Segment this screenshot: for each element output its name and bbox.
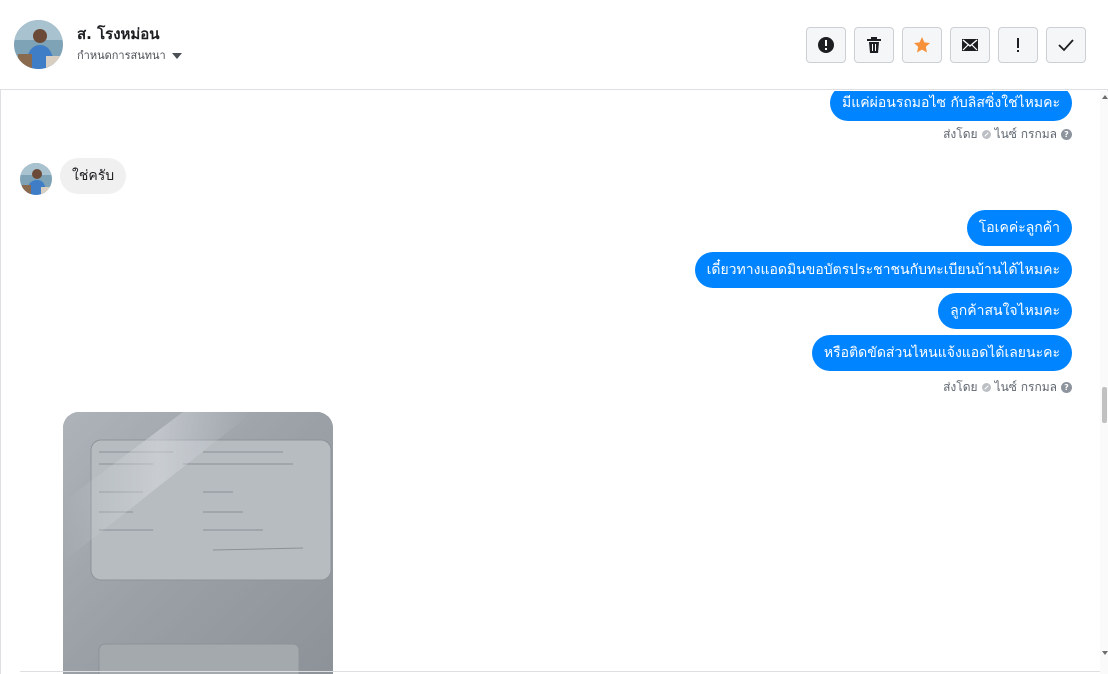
message-bubble-outgoing: หรือติดขัดส่วนไหนแจ้งแอดได้เลยนะคะ [811, 335, 1072, 371]
envelope-icon [962, 39, 978, 51]
follow-up-button[interactable] [998, 27, 1038, 63]
checkmark-icon [1058, 39, 1074, 52]
sent-by-label: ส่งโดย ไนซ์ กรกมล ? [943, 378, 1072, 397]
trash-icon [867, 37, 881, 53]
verified-check-icon [981, 383, 991, 392]
photo-attachment[interactable] [63, 412, 333, 674]
message-thread: มีแค่ผ่อนรถมอไซ กับลิสซิ่งใช่ไหมคะ ส่งโด… [0, 91, 1100, 674]
caret-down-icon [171, 52, 182, 59]
exclamation-circle-icon [818, 37, 834, 53]
sent-by-prefix: ส่งโดย [943, 380, 978, 394]
spam-button[interactable] [806, 27, 846, 63]
scrollbar-thumb[interactable] [1102, 387, 1107, 423]
scroll-up-arrow-icon[interactable] [1102, 95, 1108, 99]
message-bubble-incoming: ใช่ครับ [60, 158, 127, 194]
assign-conversation-dropdown[interactable]: กำหนดการสนทนา [77, 46, 182, 64]
conversation-actions [806, 27, 1086, 63]
contact-avatar-small[interactable] [20, 163, 52, 195]
contact-avatar[interactable] [14, 20, 63, 69]
scroll-down-arrow-icon[interactable] [1102, 651, 1108, 655]
message-bubble-outgoing: โอเคค่ะลูกค้า [966, 210, 1072, 246]
thread-scrollbar[interactable] [1100, 91, 1108, 674]
message-bubble-outgoing: มีแค่ผ่อนรถมอไซ กับลิสซิ่งใช่ไหมคะ [830, 91, 1072, 121]
sent-by-prefix: ส่งโดย [943, 127, 978, 141]
message-bubble-outgoing: เดี๋ยวทางแอดมินขอบัตรประชาชนกับทะเบียนบ้… [694, 252, 1072, 288]
message-bubble-outgoing: ลูกค้าสนใจไหมคะ [938, 293, 1072, 329]
sent-by-label: ส่งโดย ไนซ์ กรกมล ? [943, 125, 1072, 144]
star-button[interactable] [902, 27, 942, 63]
mark-unread-button[interactable] [950, 27, 990, 63]
sent-by-sender: ไนซ์ กรกมล [994, 380, 1057, 394]
help-icon[interactable]: ? [1061, 382, 1072, 393]
delete-button[interactable] [854, 27, 894, 63]
star-icon [914, 37, 930, 53]
composer-divider [20, 671, 1100, 672]
help-icon[interactable]: ? [1061, 129, 1072, 140]
verified-check-icon [981, 130, 991, 139]
conversation-header: ส. โรงหม่อน กำหนดการสนทนา [0, 0, 1108, 90]
sent-by-sender: ไนซ์ กรกมล [994, 127, 1057, 141]
contact-name: ส. โรงหม่อน [77, 25, 160, 43]
assign-conversation-label: กำหนดการสนทนา [77, 49, 166, 62]
exclamation-icon [1017, 38, 1019, 52]
done-button[interactable] [1046, 27, 1086, 63]
